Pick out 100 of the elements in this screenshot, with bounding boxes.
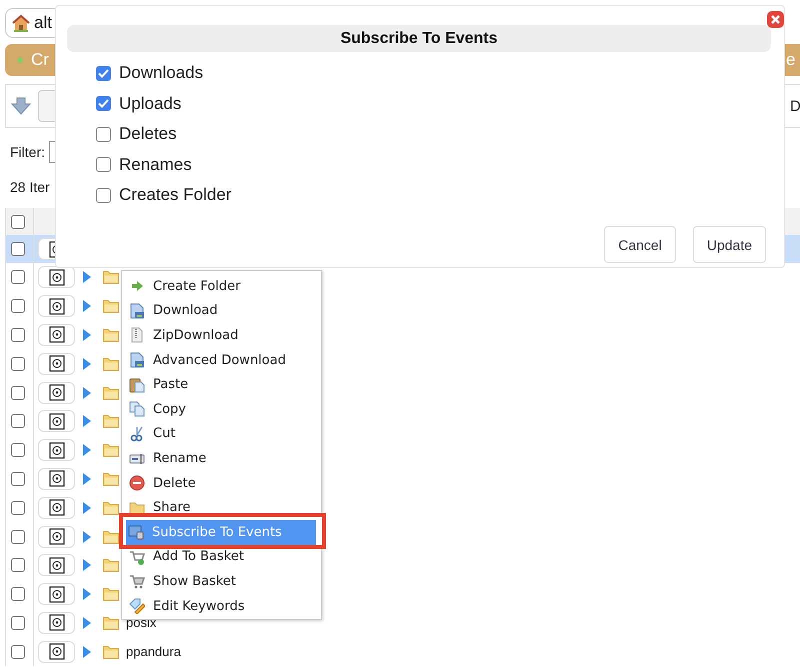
folder-icon — [129, 500, 145, 516]
menu-item[interactable]: Copy — [122, 396, 317, 422]
target-button[interactable] — [38, 439, 75, 462]
row-checkbox[interactable] — [11, 558, 25, 572]
update-button[interactable]: Update — [692, 226, 766, 263]
target-icon — [48, 442, 64, 459]
folder-icon — [103, 644, 119, 659]
target-button[interactable] — [38, 640, 75, 663]
row-checkbox[interactable] — [11, 356, 25, 371]
target-icon — [48, 470, 64, 488]
row-checkbox[interactable] — [11, 644, 25, 659]
expand-arrow-icon — [82, 616, 92, 630]
target-button[interactable] — [38, 612, 75, 634]
home-icon — [12, 14, 30, 32]
folder-icon — [103, 587, 119, 602]
copy-pages-icon — [129, 401, 145, 418]
folder-icon — [103, 328, 119, 342]
folder-icon — [103, 386, 119, 400]
folder-name: ppandura — [126, 644, 181, 660]
target-icon — [48, 268, 64, 286]
dialog-title: Subscribe To Events — [67, 25, 771, 52]
option-checkbox[interactable] — [96, 66, 111, 80]
expand-arrow-icon — [82, 500, 92, 515]
option-checkbox[interactable] — [96, 188, 111, 202]
item-count: 28 Iter — [10, 179, 50, 195]
folder-icon — [103, 270, 119, 284]
expand-arrow-icon — [82, 644, 92, 659]
row-checkbox[interactable] — [11, 242, 25, 256]
menu-item[interactable]: Rename — [122, 446, 317, 471]
table-row[interactable]: ppandura — [6, 637, 800, 666]
menu-item[interactable]: Download — [122, 298, 317, 324]
target-button[interactable] — [38, 295, 75, 318]
target-button[interactable] — [38, 468, 75, 490]
toolbar-button-label[interactable]: D — [790, 98, 800, 114]
location-text: alt — [34, 13, 52, 33]
menu-item[interactable]: Advanced Download — [122, 348, 317, 372]
zip-file-icon — [129, 327, 145, 344]
minus-circle-icon — [129, 475, 145, 492]
folder-icon — [103, 414, 119, 428]
option-label: Uploads — [119, 94, 182, 114]
cart-add-icon — [129, 548, 145, 565]
row-checkbox[interactable] — [11, 270, 25, 284]
target-button[interactable] — [38, 526, 75, 548]
target-button[interactable] — [38, 496, 75, 519]
folder-icon — [103, 356, 119, 371]
target-button[interactable] — [38, 352, 75, 375]
row-checkbox[interactable] — [11, 530, 25, 544]
target-icon — [48, 499, 64, 516]
folder-icon — [103, 472, 119, 486]
folder-icon — [103, 500, 119, 515]
row-checkbox[interactable] — [11, 443, 25, 458]
target-icon — [48, 412, 64, 430]
target-icon — [48, 528, 64, 546]
expand-arrow-icon — [82, 299, 92, 314]
menu-item[interactable]: Show Basket — [122, 569, 317, 594]
target-button[interactable] — [38, 324, 75, 346]
expand-arrow-icon — [82, 443, 92, 458]
row-checkbox[interactable] — [11, 328, 25, 342]
expand-arrow-icon — [82, 472, 92, 486]
target-button[interactable] — [38, 266, 75, 288]
row-checkbox[interactable] — [11, 472, 25, 486]
tag-pencil-icon — [129, 598, 145, 614]
target-icon — [48, 556, 64, 574]
option-checkbox[interactable] — [96, 157, 111, 172]
row-checkbox[interactable] — [11, 500, 25, 515]
expand-arrow-icon — [82, 386, 92, 400]
cancel-button[interactable]: Cancel — [604, 226, 676, 263]
target-button[interactable] — [38, 583, 75, 606]
menu-item[interactable]: Create Folder — [122, 274, 317, 299]
target-icon — [48, 586, 64, 603]
expand-arrow-icon — [82, 356, 92, 371]
option-checkbox[interactable] — [96, 96, 111, 111]
expand-arrow-icon — [82, 558, 92, 572]
menu-item[interactable]: ZipDownload — [122, 323, 317, 348]
select-all-checkbox[interactable] — [11, 214, 25, 228]
row-checkbox[interactable] — [11, 616, 25, 630]
row-checkbox[interactable] — [11, 414, 25, 428]
menu-item[interactable]: Delete — [122, 470, 317, 496]
target-button[interactable] — [38, 382, 75, 404]
target-button[interactable] — [38, 410, 75, 432]
row-checkbox[interactable] — [11, 386, 25, 400]
cart-icon — [129, 573, 145, 590]
target-icon — [48, 643, 64, 660]
menu-item[interactable]: Add To Basket — [122, 544, 317, 570]
row-checkbox[interactable] — [11, 299, 25, 314]
target-icon — [48, 355, 64, 372]
menu-item[interactable]: Paste — [122, 372, 317, 397]
target-icon — [48, 384, 64, 402]
row-checkbox[interactable] — [11, 587, 25, 602]
monitor-icon — [128, 524, 144, 540]
option-checkbox[interactable] — [96, 126, 111, 142]
close-icon[interactable] — [766, 10, 785, 29]
save-document-icon — [129, 302, 145, 319]
target-button[interactable] — [38, 554, 75, 576]
clipboard-icon — [129, 376, 145, 393]
expand-arrow-icon — [82, 270, 92, 284]
expand-arrow-icon — [82, 530, 92, 544]
folder-icon — [103, 299, 119, 314]
download-arrow-icon — [10, 96, 32, 116]
menu-item[interactable]: Cut — [122, 422, 317, 446]
